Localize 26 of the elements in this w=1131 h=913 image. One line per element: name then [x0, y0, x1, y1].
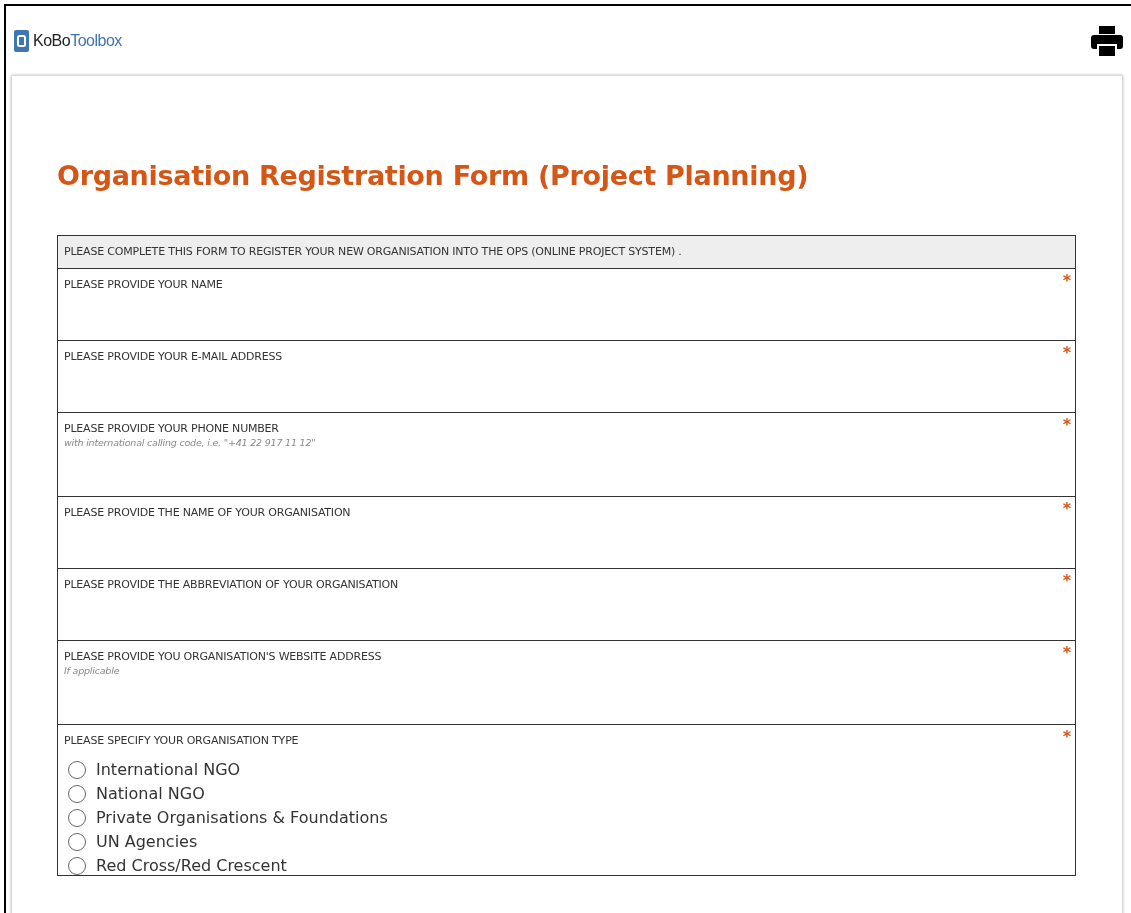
- question-label: PLEASE SPECIFY YOUR ORGANISATION TYPE: [64, 734, 300, 747]
- radio-option[interactable]: Red Cross/Red Crescent: [64, 856, 1069, 875]
- required-mark: *: [1062, 643, 1071, 662]
- form-intro: PLEASE COMPLETE THIS FORM TO REGISTER YOUR NEW ORGANISATION INTO THE OPS (ONLINE PROJECT SYSTEM) .: [58, 236, 1075, 269]
- logo-text: KoBoToolbox: [33, 32, 122, 50]
- radio-option[interactable]: UN Agencies: [64, 832, 1069, 851]
- radio-option[interactable]: Private Organisations & Foundations: [64, 808, 1069, 827]
- required-mark: *: [1062, 343, 1071, 362]
- question-label: PLEASE PROVIDE YOUR NAME: [64, 278, 224, 291]
- required-mark: *: [1062, 727, 1071, 746]
- question-label: PLEASE PROVIDE YOU ORGANISATION'S WEBSITE ADDRESS: [64, 650, 383, 663]
- form-title: Organisation Registration Form (Project Planning): [57, 160, 810, 191]
- question-label: PLEASE PROVIDE THE ABBREVIATION OF YOUR ORGANISATION: [64, 578, 400, 591]
- required-mark: *: [1062, 271, 1071, 290]
- required-mark: *: [1062, 499, 1071, 518]
- required-mark: *: [1062, 571, 1071, 590]
- question-label: PLEASE PROVIDE THE NAME OF YOUR ORGANISATION: [64, 506, 352, 519]
- required-mark: *: [1062, 415, 1071, 434]
- radio-option[interactable]: National NGO: [64, 784, 1069, 803]
- print-icon[interactable]: [1091, 26, 1123, 56]
- question-hint: If applicable: [64, 665, 121, 676]
- question-label: PLEASE PROVIDE YOUR PHONE NUMBER: [64, 422, 280, 435]
- radio-option[interactable]: International NGO: [64, 760, 1069, 779]
- question-label: PLEASE PROVIDE YOUR E-MAIL ADDRESS: [64, 350, 284, 363]
- logo-icon: [14, 30, 29, 52]
- question-hint: with international calling code, i.e. "+41 22 917 11 12": [64, 437, 317, 448]
